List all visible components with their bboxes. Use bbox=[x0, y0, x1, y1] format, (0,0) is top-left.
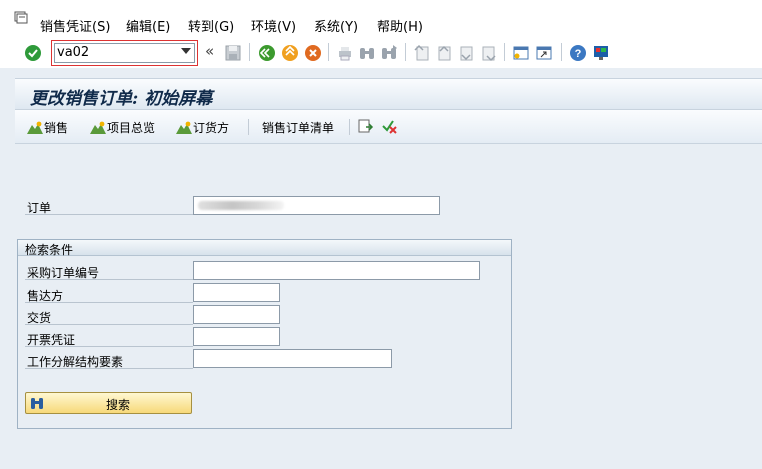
sold-to-party-input[interactable] bbox=[193, 283, 280, 302]
find-icon[interactable] bbox=[358, 44, 376, 62]
redacted-value bbox=[198, 201, 284, 210]
toolbar-separator bbox=[248, 119, 249, 135]
collapse-icon[interactable]: « bbox=[205, 42, 214, 60]
exit-icon[interactable] bbox=[281, 44, 299, 62]
mountain-icon bbox=[90, 121, 106, 134]
billing-document-input[interactable] bbox=[193, 327, 280, 346]
item-overview-label: 项目总览 bbox=[107, 121, 156, 135]
enter-icon[interactable] bbox=[24, 44, 42, 62]
sales-button-label: 销售 bbox=[44, 121, 69, 135]
menu-bar: 销售凭证(S) 编辑(E) 转到(G) 环境(V) 系统(Y) 帮助(H) bbox=[0, 0, 762, 38]
chevron-down-icon[interactable] bbox=[181, 48, 191, 54]
item-overview-button[interactable]: 项目总览 bbox=[90, 119, 155, 136]
next-page-icon[interactable] bbox=[457, 44, 475, 62]
save-icon[interactable] bbox=[224, 44, 242, 62]
system-menu-icon[interactable] bbox=[14, 11, 28, 25]
mountain-icon bbox=[27, 121, 43, 134]
shortcut-icon[interactable] bbox=[535, 44, 553, 62]
cancel-icon[interactable] bbox=[304, 44, 322, 62]
order-input[interactable] bbox=[193, 196, 440, 215]
page-title-bar: 更改销售订单: 初始屏幕 bbox=[15, 78, 762, 110]
search-button[interactable]: 搜索 bbox=[25, 392, 192, 414]
find-next-icon[interactable] bbox=[380, 44, 398, 62]
menu-help[interactable]: 帮助(H) bbox=[377, 16, 423, 35]
page-title: 更改销售订单: 初始屏幕 bbox=[30, 89, 213, 109]
sales-order-list-button[interactable]: 销售订单清单 bbox=[262, 119, 334, 136]
command-field-value: va02 bbox=[57, 45, 90, 60]
delivery-input[interactable] bbox=[193, 305, 280, 324]
check-cancel-icon[interactable] bbox=[381, 118, 398, 135]
customize-layout-icon[interactable] bbox=[592, 44, 610, 62]
menu-system[interactable]: 系统(Y) bbox=[314, 16, 358, 35]
menu-environment[interactable]: 环境(V) bbox=[251, 16, 296, 35]
previous-page-icon[interactable] bbox=[435, 44, 453, 62]
menu-goto[interactable]: 转到(G) bbox=[188, 16, 234, 35]
menu-sales-document[interactable]: 销售凭证(S) bbox=[40, 16, 110, 35]
ordering-party-button[interactable]: 订货方 bbox=[176, 119, 229, 136]
application-toolbar: 销售 项目总览 订货方 销售订单清单 bbox=[15, 110, 762, 144]
search-button-label: 搜索 bbox=[106, 398, 131, 412]
search-criteria-title: 检索条件 bbox=[25, 243, 74, 257]
mountain-icon bbox=[176, 121, 192, 134]
toolbar-separator bbox=[349, 119, 350, 135]
display-object-icon[interactable] bbox=[357, 118, 374, 135]
menu-edit[interactable]: 编辑(E) bbox=[126, 16, 170, 35]
ordering-party-label: 订货方 bbox=[193, 121, 230, 135]
print-icon[interactable] bbox=[336, 44, 354, 62]
command-field[interactable]: va02 bbox=[51, 40, 198, 66]
first-page-icon[interactable] bbox=[413, 44, 431, 62]
svg-text:?: ? bbox=[575, 48, 582, 60]
binoculars-icon bbox=[31, 398, 43, 409]
sales-button[interactable]: 销售 bbox=[27, 119, 68, 136]
help-icon[interactable]: ? bbox=[569, 44, 587, 62]
new-session-icon[interactable] bbox=[512, 44, 530, 62]
wbs-element-input[interactable] bbox=[193, 349, 392, 368]
back-icon[interactable] bbox=[258, 44, 276, 62]
po-number-input[interactable] bbox=[193, 261, 480, 280]
last-page-icon[interactable] bbox=[479, 44, 497, 62]
